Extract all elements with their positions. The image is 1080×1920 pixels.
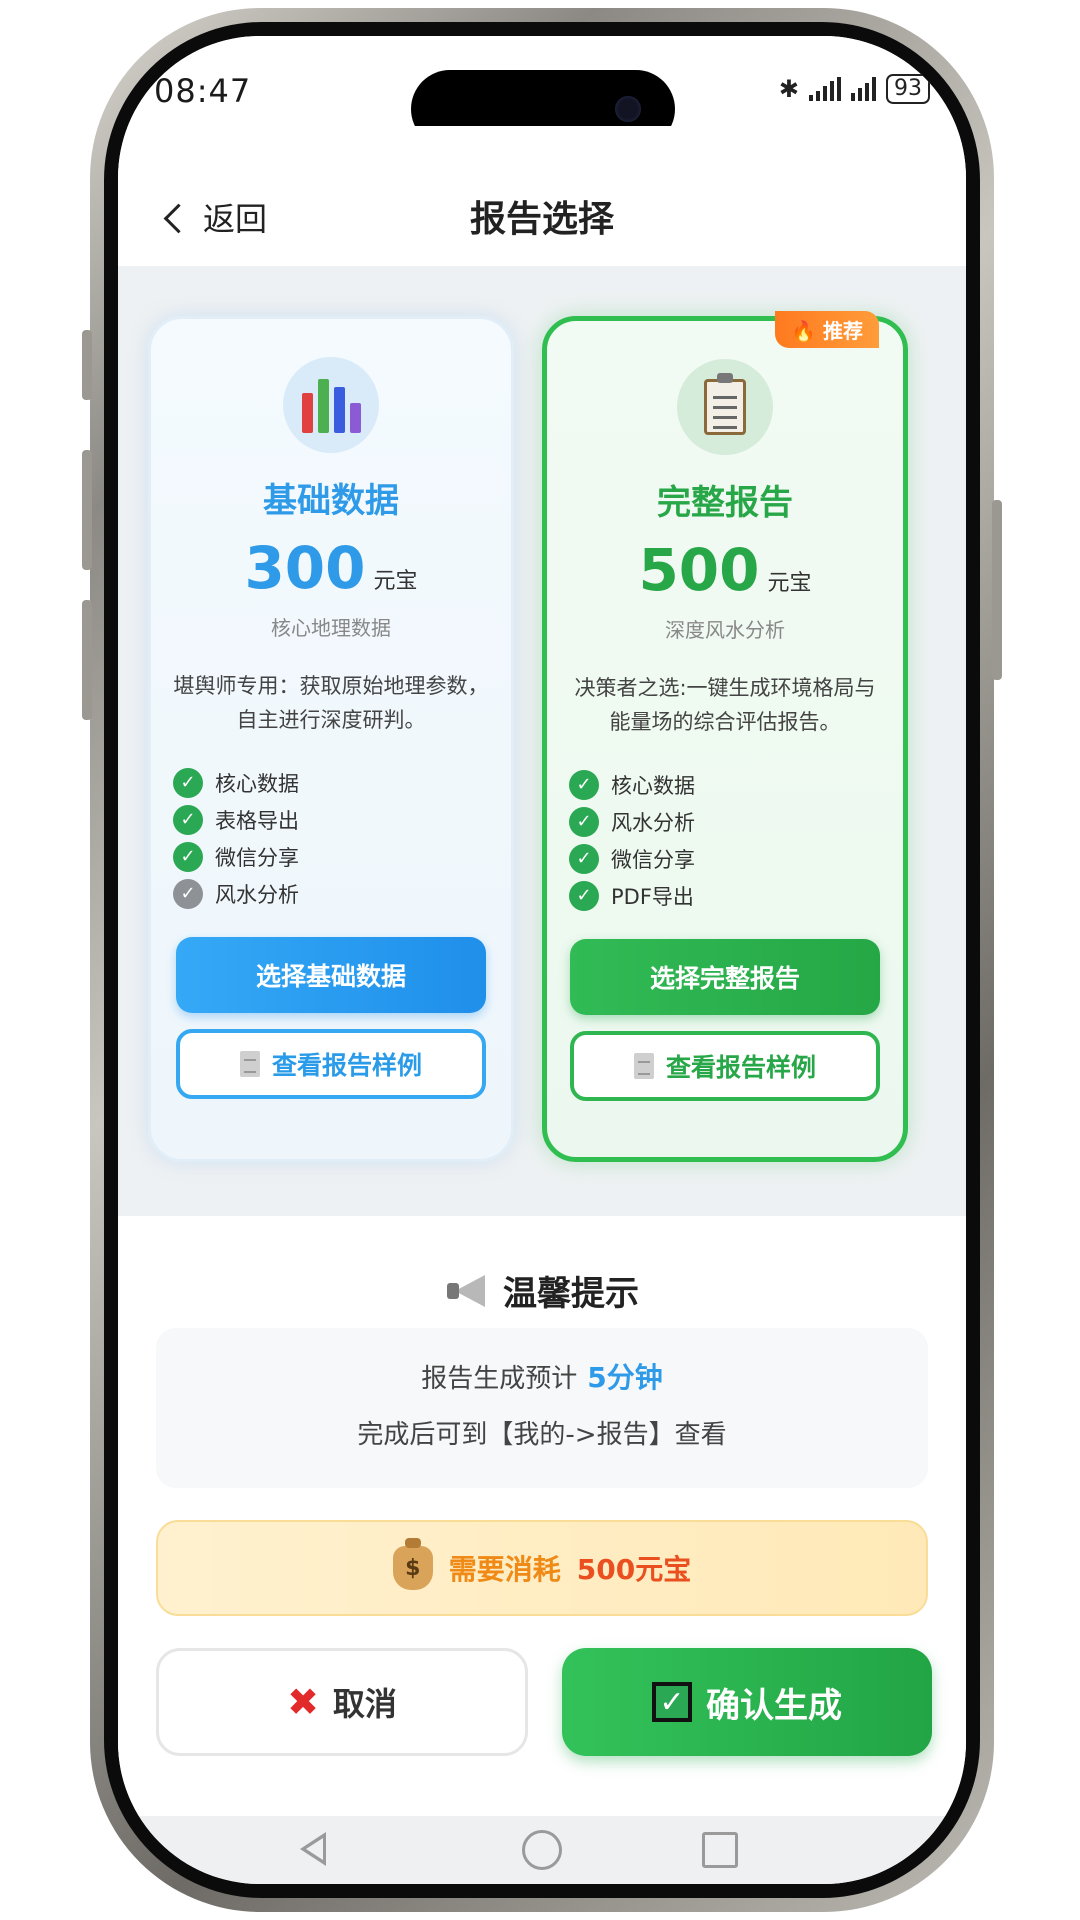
plan-card-full[interactable]: 🔥 推荐 完整报告 500 元宝 深度风水分析 决策者之选:一键生成环境格局与能…: [542, 311, 908, 1162]
signal-icon-2: [851, 77, 876, 101]
plan-price: 300: [244, 534, 366, 602]
feature-label: 表格导出: [215, 808, 299, 833]
feature-list: ✓ 核心数据 ✓ 风水分析 ✓ 微信分享 ✓ PDF导出: [569, 767, 903, 913]
select-basic-button[interactable]: 选择基础数据: [176, 937, 486, 1013]
feature-item: ✓ 风水分析: [173, 876, 511, 911]
feature-item: ✓ 风水分析: [569, 804, 903, 839]
tips-eta-prefix: 报告生成预计: [421, 1364, 578, 1394]
feature-item: ✓ 表格导出: [173, 802, 511, 837]
status-bar: 08:47 ✱ 93: [118, 36, 966, 148]
check-icon: ✓: [173, 841, 203, 872]
tips-title: 温馨提示: [503, 1274, 639, 1314]
plan-description: 堪舆师专用：获取原始地理参数，自主进行深度研判。: [173, 674, 489, 732]
signal-icon: [809, 77, 841, 101]
feature-label: 风水分析: [611, 810, 695, 835]
cancel-button[interactable]: ✖ 取消: [156, 1648, 528, 1756]
close-icon: ✖: [287, 1680, 319, 1724]
tips-eta: 5分钟: [587, 1361, 663, 1394]
cost-prefix: 需要消耗: [448, 1553, 561, 1586]
confirm-generate-button[interactable]: ✓ 确认生成: [562, 1648, 932, 1756]
camera-icon: [615, 96, 641, 122]
check-icon: ✓: [569, 806, 599, 837]
screen: 08:47 ✱ 93 返回 报告选择 基础数据 300 元宝 核心地理数据 堪舆…: [118, 36, 966, 1884]
checkbox-icon: ✓: [652, 1682, 692, 1722]
confirm-label: 确认生成: [706, 1685, 842, 1726]
volume-up-button: [82, 450, 92, 570]
feature-label: 风水分析: [215, 882, 299, 907]
plan-unit: 元宝: [767, 571, 812, 596]
tips-box: 报告生成预计 5分钟 完成后可到【我的->报告】查看: [156, 1328, 928, 1488]
battery-icon: 93: [886, 74, 930, 104]
document-icon: [239, 1051, 260, 1077]
bluetooth-icon: ✱: [778, 75, 799, 103]
feature-label: PDF导出: [611, 884, 694, 909]
check-icon: ✓: [569, 843, 599, 874]
tips-line-1: 报告生成预计 5分钟: [156, 1356, 928, 1396]
volume-down-button: [82, 600, 92, 720]
plan-title: 完整报告: [657, 483, 793, 523]
money-bag-icon: $: [392, 1538, 433, 1590]
plan-subtitle: 核心地理数据: [271, 616, 391, 640]
home-nav-icon[interactable]: [522, 1830, 562, 1870]
feature-item: ✓ 微信分享: [569, 841, 903, 876]
status-icons: ✱ 93: [779, 74, 930, 104]
feature-label: 微信分享: [215, 845, 299, 870]
plan-description: 决策者之选:一键生成环境格局与能量场的综合评估报告。: [574, 676, 876, 734]
plan-subtitle: 深度风水分析: [665, 618, 785, 642]
sample-label: 查看报告样例: [665, 1053, 816, 1082]
tips-line-2: 完成后可到【我的->报告】查看: [357, 1420, 727, 1450]
view-sample-button-basic[interactable]: 查看报告样例: [176, 1029, 486, 1099]
plan-unit: 元宝: [373, 569, 418, 594]
plan-title: 基础数据: [263, 481, 399, 521]
megaphone-icon: [445, 1271, 489, 1311]
confirm-sheet: 温馨提示 报告生成预计 5分钟 完成后可到【我的->报告】查看 $ 需要消耗 500…: [118, 1216, 966, 1816]
clipboard-icon: [677, 359, 773, 455]
check-icon: ✓: [569, 880, 599, 911]
select-full-button[interactable]: 选择完整报告: [570, 939, 880, 1015]
nav-bar: 返回 报告选择: [118, 126, 966, 266]
tips-header: 温馨提示: [118, 1266, 966, 1315]
side-button: [82, 330, 92, 400]
recents-nav-icon[interactable]: [702, 1832, 738, 1868]
feature-label: 核心数据: [215, 771, 299, 796]
page-title: 报告选择: [469, 199, 614, 240]
feature-item: ✓ 核心数据: [173, 765, 511, 800]
feature-item: ✓ PDF导出: [569, 878, 903, 913]
feature-item: ✓ 核心数据: [569, 767, 903, 802]
system-nav-bar: [118, 1816, 966, 1884]
bar-chart-icon: [283, 357, 379, 453]
cost-amount: 500元宝: [576, 1553, 692, 1586]
feature-label: 核心数据: [611, 773, 695, 798]
plan-price: 500: [638, 536, 760, 604]
sample-label: 查看报告样例: [271, 1051, 422, 1080]
power-button: [992, 500, 1002, 680]
check-icon: ✓: [173, 804, 203, 835]
status-time: 08:47: [154, 72, 252, 110]
document-icon: [633, 1053, 654, 1079]
feature-item: ✓ 微信分享: [173, 839, 511, 874]
cost-banner: $ 需要消耗 500元宝: [156, 1520, 928, 1616]
check-icon: ✓: [173, 767, 203, 798]
feature-list: ✓ 核心数据 ✓ 表格导出 ✓ 微信分享 ✓ 风水分析: [173, 765, 511, 911]
check-icon: ✓: [569, 769, 599, 800]
view-sample-button-full[interactable]: 查看报告样例: [570, 1031, 880, 1101]
feature-label: 微信分享: [611, 847, 695, 872]
recommend-badge: 🔥 推荐: [775, 311, 879, 348]
cancel-label: 取消: [332, 1685, 397, 1723]
plan-card-basic[interactable]: 基础数据 300 元宝 核心地理数据 堪舆师专用：获取原始地理参数，自主进行深度…: [148, 316, 514, 1162]
back-nav-icon[interactable]: [300, 1832, 326, 1866]
check-disabled-icon: ✓: [173, 878, 203, 909]
